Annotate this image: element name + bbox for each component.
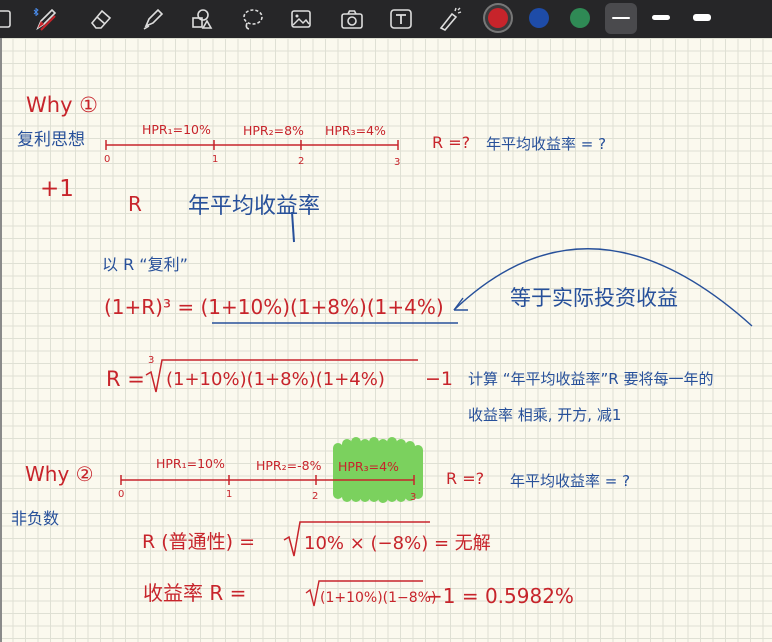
question2-text: 年平均收益率 = ? [510, 472, 630, 490]
timeline1-hpr1: HPR₁=10% [142, 122, 211, 137]
why1-sub: 复利思想 [17, 130, 85, 150]
timeline1-tick0: 0 [104, 154, 110, 165]
handwriting-layer: Why ① 复利思想 +1 HPR₁=10% HPR₂=8% HPR₃=4% 0… [11, 93, 753, 608]
timeline-1: HPR₁=10% HPR₂=8% HPR₃=4% 0 1 2 3 [104, 122, 400, 168]
equation-3-left: R (普通性) = [142, 531, 255, 553]
timeline1-hpr3: HPR₃=4% [325, 123, 386, 138]
r-letter: R [128, 192, 142, 216]
timeline2-tick1: 1 [226, 489, 232, 500]
equation-3-body: 10% × (−8%) = 无解 [304, 533, 491, 554]
timeline2-tick3: 3 [410, 492, 416, 503]
why1-label: Why ① [26, 93, 98, 117]
plus-one: +1 [40, 176, 74, 202]
question2-r: R =? [446, 469, 484, 488]
why2-sub: 非负数 [11, 509, 59, 528]
compound-with-r: 以 R “复利” [102, 255, 188, 274]
calc-note-line2: 收益率 相乘, 开方, 减1 [468, 406, 621, 424]
timeline1-hpr2: HPR₂=8% [243, 123, 304, 138]
equation-1: (1+R)³ = (1+10%)(1+8%)(1+4%) [104, 295, 444, 319]
timeline1-tick2: 2 [298, 156, 304, 167]
equation-4-left: 收益率 R = [143, 581, 246, 605]
equation-1-note: 等于实际投资收益 [510, 286, 678, 310]
equation-4-tail: −1 = 0.5982% [426, 584, 574, 608]
equation-2-tail: −1 [425, 368, 453, 390]
equation-2-left: R = [106, 367, 145, 391]
equation-2-root-index: 3 [148, 355, 154, 366]
annual-average-heading: 年平均收益率 [188, 194, 320, 219]
calc-note-line1: 计算 “年平均收益率”R 要将每一年的 [468, 370, 714, 388]
timeline1-tick1: 1 [212, 154, 218, 165]
timeline2-tick0: 0 [118, 489, 124, 500]
timeline2-hpr2: HPR₂=-8% [256, 458, 322, 473]
question1-text: 年平均收益率 = ? [486, 135, 606, 153]
question1-r: R =? [432, 133, 470, 152]
equation-2-body: (1+10%)(1+8%)(1+4%) [166, 369, 385, 390]
timeline2-hpr1: HPR₁=10% [156, 456, 225, 471]
timeline2-tick2: 2 [312, 491, 318, 502]
timeline2-hpr3: HPR₃=4% [338, 459, 399, 474]
why2-label: Why ② [25, 462, 94, 486]
equation-4-body: (1+10%)(1−8%) [320, 590, 436, 606]
timeline1-tick3: 3 [394, 157, 400, 168]
